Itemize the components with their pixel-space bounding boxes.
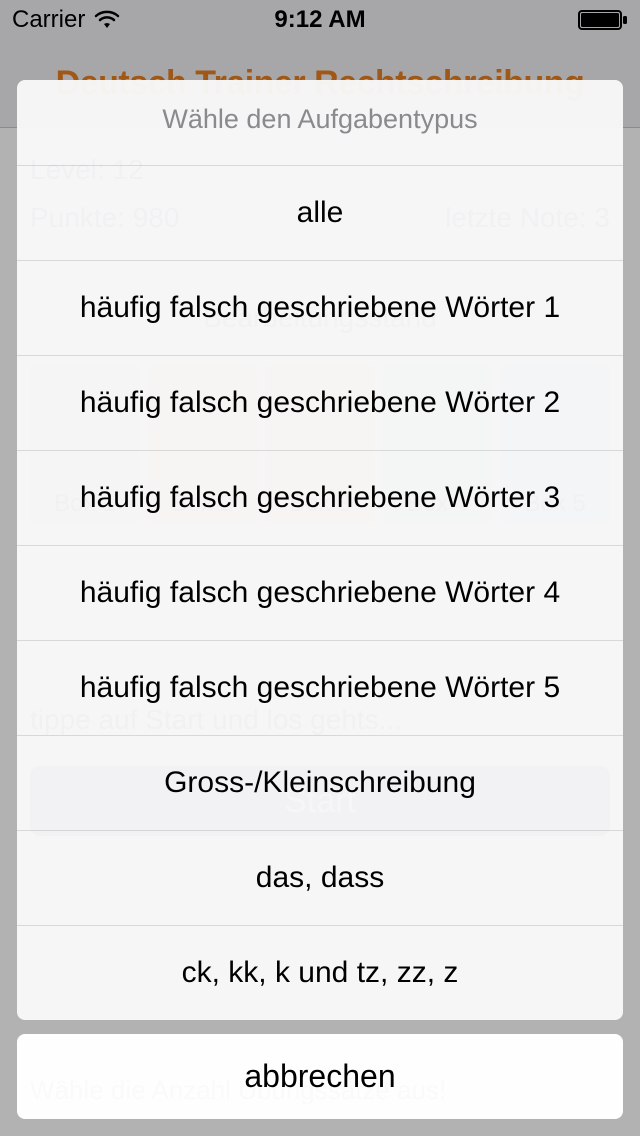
action-sheet: Wähle den Aufgabentypus alle häufig fals… [17,80,623,1119]
option-ck-kk[interactable]: ck, kk, k und tz, zz, z [17,925,623,1020]
option-woerter-5[interactable]: häufig falsch geschriebene Wörter 5 [17,640,623,735]
option-alle[interactable]: alle [17,165,623,260]
option-woerter-1[interactable]: häufig falsch geschriebene Wörter 1 [17,260,623,355]
option-woerter-4[interactable]: häufig falsch geschriebene Wörter 4 [17,545,623,640]
option-woerter-3[interactable]: häufig falsch geschriebene Wörter 3 [17,450,623,545]
action-sheet-title: Wähle den Aufgabentypus [17,80,623,165]
option-das-dass[interactable]: das, dass [17,830,623,925]
option-woerter-2[interactable]: häufig falsch geschriebene Wörter 2 [17,355,623,450]
option-gross-klein[interactable]: Gross-/Kleinschreibung [17,735,623,830]
action-sheet-main: Wähle den Aufgabentypus alle häufig fals… [17,80,623,1020]
cancel-button[interactable]: abbrechen [17,1034,623,1119]
